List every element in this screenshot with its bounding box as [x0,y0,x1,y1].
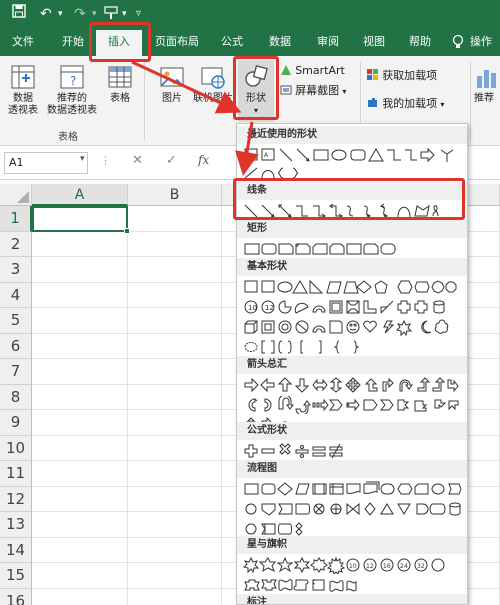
arrow-shapes-to-lines [235,121,259,176]
annotation-arrows [131,60,259,176]
excel-window: ↶ ▾ ↷ ▾ ▾ ▿ 文件 开始 插入 页面布局 公式 数据 审阅 视图 帮助… [0,0,500,605]
arrow-insert-to-shapes [131,60,242,114]
